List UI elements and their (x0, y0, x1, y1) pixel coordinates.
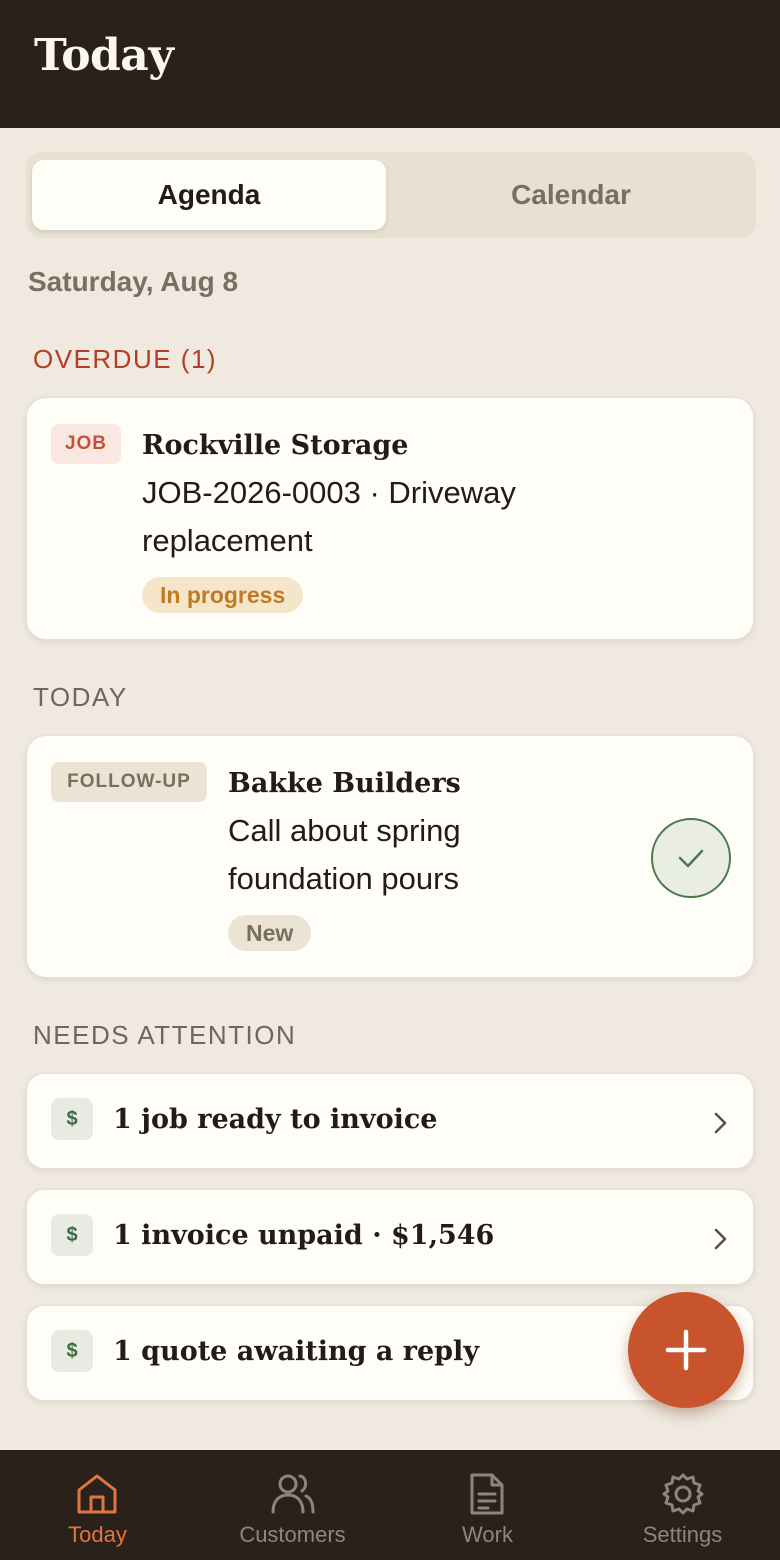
dollar-icon: $ (51, 1330, 93, 1372)
home-icon (77, 1474, 117, 1514)
users-icon (271, 1474, 315, 1514)
add-button[interactable] (628, 1292, 744, 1408)
document-icon (470, 1473, 504, 1515)
followup-description-line2: foundation pours (228, 861, 459, 896)
current-date: Saturday, Aug 8 (28, 266, 239, 297)
tab-label: Work (462, 1522, 513, 1547)
overdue-job-card[interactable]: JOB Rockville Storage JOB-2026-0003 · Dr… (26, 397, 754, 640)
chevron-right-icon (714, 1228, 727, 1250)
plus-icon (665, 1329, 707, 1371)
tab-label: Settings (642, 1522, 723, 1547)
followup-description-line1: Call about spring (228, 813, 461, 848)
customer-name: Bakke Builders (228, 768, 461, 799)
tab-customers[interactable]: Customers (195, 1450, 390, 1560)
tab-label: Today (68, 1522, 127, 1547)
tab-today[interactable]: Today (0, 1450, 195, 1560)
status-badge: In progress (142, 577, 304, 613)
checkmark-icon (678, 849, 704, 868)
dollar-icon: $ (51, 1098, 93, 1140)
calendar-tab[interactable]: Calendar (394, 160, 748, 230)
followup-card[interactable]: FOLLOW-UP Bakke Builders Call about spri… (26, 735, 754, 978)
attention-label: 1 job ready to invoice (113, 1104, 438, 1135)
view-switcher: Agenda Calendar (26, 152, 756, 238)
chevron-right-icon (714, 1112, 727, 1134)
tab-work[interactable]: Work (390, 1450, 585, 1560)
today-heading: TODAY (33, 682, 128, 712)
app-header: Today (0, 0, 780, 128)
complete-button[interactable] (651, 818, 731, 898)
attention-label: 1 quote awaiting a reply (113, 1336, 480, 1367)
customer-name: Rockville Storage (142, 430, 409, 461)
page-title: Today (34, 30, 174, 81)
followup-tag: FOLLOW-UP (51, 762, 207, 802)
job-tag: JOB (51, 424, 121, 464)
job-description-line1: JOB-2026-0003 · Driveway (142, 475, 516, 510)
agenda-tab[interactable]: Agenda (32, 160, 386, 230)
needs-attention-heading: NEEDS ATTENTION (33, 1020, 297, 1050)
attention-item-invoice-unpaid[interactable]: $ 1 invoice unpaid · $1,546 (26, 1189, 754, 1285)
gear-icon (662, 1473, 704, 1515)
attention-item-invoice-ready[interactable]: $ 1 job ready to invoice (26, 1073, 754, 1169)
overdue-heading: OVERDUE (1) (33, 344, 218, 374)
job-description-line2: replacement (142, 523, 313, 558)
dollar-icon: $ (51, 1214, 93, 1256)
status-badge: New (228, 915, 312, 951)
bottom-tab-bar: Today Customers Work Settings (0, 1450, 780, 1560)
tab-settings[interactable]: Settings (585, 1450, 780, 1560)
attention-label: 1 invoice unpaid · $1,546 (113, 1220, 495, 1251)
tab-label: Customers (239, 1522, 346, 1547)
